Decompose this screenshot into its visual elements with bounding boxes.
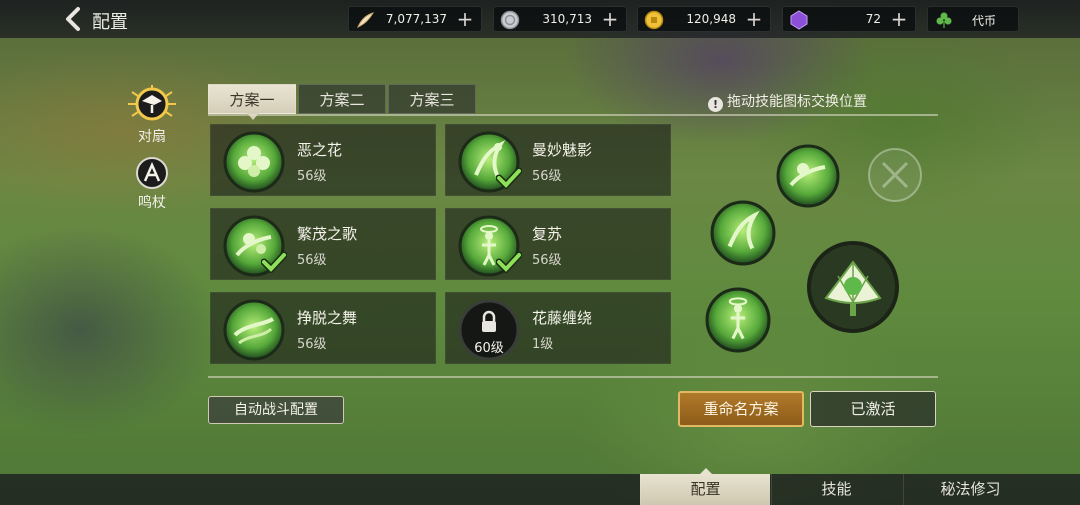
activated-button[interactable]: 已激活 bbox=[810, 391, 936, 427]
skill-level: 56级 bbox=[297, 337, 327, 352]
tab-arcane-training[interactable]: 秘法修习 bbox=[903, 474, 1037, 505]
skill-name: 繁茂之歌 bbox=[297, 225, 358, 243]
silver-coin-icon bbox=[500, 10, 520, 30]
equipped-check-icon bbox=[261, 251, 287, 273]
skill-slot-evil-flower[interactable]: 恶之花 56级 bbox=[210, 124, 436, 196]
equipped-skill-graceful-shadow[interactable] bbox=[710, 200, 776, 266]
skill-level: 56级 bbox=[532, 169, 562, 184]
quill-value: 7,077,137 bbox=[385, 12, 447, 26]
weapon-label-staff: 鸣杖 bbox=[138, 195, 166, 211]
rename-plan-button[interactable]: 重命名方案 bbox=[678, 391, 804, 427]
tab-config-label: 配置 bbox=[690, 480, 721, 498]
active-bottom-tab-pointer bbox=[700, 468, 712, 474]
equipped-skill-flourish-song[interactable] bbox=[776, 144, 840, 208]
resource-gold: 120,948 + bbox=[637, 6, 771, 32]
gem-value: 72 bbox=[865, 12, 881, 26]
equipped-weapon-fan-attack[interactable] bbox=[806, 240, 900, 334]
quill-icon bbox=[357, 12, 375, 29]
skill-level: 56级 bbox=[297, 169, 327, 184]
add-gem-button[interactable]: + bbox=[889, 9, 909, 30]
drag-hint-text: 拖动技能图标交换位置 bbox=[727, 94, 867, 110]
info-icon: ! bbox=[708, 97, 723, 112]
unlock-level: 60级 bbox=[474, 341, 504, 356]
tab-plan-2-label: 方案二 bbox=[319, 91, 365, 109]
skill-slot-graceful-shadow[interactable]: 曼妙魅影 56级 bbox=[445, 124, 671, 196]
tab-plan-1[interactable]: 方案一 bbox=[208, 84, 296, 120]
silver-value: 310,713 bbox=[542, 12, 592, 26]
skill-level: 1级 bbox=[532, 337, 554, 352]
back-button[interactable] bbox=[62, 6, 86, 32]
skill-name: 挣脱之舞 bbox=[297, 309, 358, 327]
tab-arcane-training-label: 秘法修习 bbox=[940, 480, 1001, 498]
chevron-left-icon bbox=[66, 7, 80, 31]
equipped-skill-revive[interactable] bbox=[705, 287, 771, 353]
skill-slot-vine-entangle[interactable]: 60级 花藤缠绕 1级 bbox=[445, 292, 671, 364]
tab-plan-3-label: 方案三 bbox=[409, 91, 455, 109]
skill-slot-flourish-song[interactable]: 繁茂之歌 56级 bbox=[210, 208, 436, 280]
locked-skill-icon: 60级 bbox=[458, 299, 520, 361]
token-button[interactable]: 代币 bbox=[927, 6, 1019, 32]
staff-icon bbox=[136, 157, 168, 189]
add-gold-button[interactable]: + bbox=[744, 9, 764, 30]
equipped-check-icon bbox=[496, 251, 522, 273]
resource-silver: 310,713 + bbox=[493, 6, 627, 32]
tab-skills[interactable]: 技能 bbox=[771, 474, 901, 505]
drag-hint: ! 拖动技能图标交换位置 bbox=[708, 91, 867, 112]
add-silver-button[interactable]: + bbox=[600, 9, 620, 30]
gold-coin-icon bbox=[644, 10, 664, 30]
skill-name: 复苏 bbox=[532, 225, 563, 243]
resource-quill: 7,077,137 + bbox=[348, 6, 482, 32]
purple-gem-icon bbox=[790, 10, 808, 30]
tab-plan-2[interactable]: 方案二 bbox=[298, 84, 386, 114]
skill-level: 56级 bbox=[297, 253, 327, 268]
skill-name: 花藤缠绕 bbox=[532, 309, 593, 327]
fan-icon bbox=[128, 85, 176, 121]
clover-icon bbox=[936, 12, 952, 28]
resource-gem: 72 + bbox=[782, 6, 916, 32]
bottom-divider bbox=[208, 376, 938, 378]
auto-battle-config-button[interactable]: 自动战斗配置 bbox=[208, 396, 344, 424]
breakfree-dance-skill-icon bbox=[223, 299, 285, 361]
empty-skill-slot[interactable] bbox=[866, 146, 924, 204]
add-quill-button[interactable]: + bbox=[455, 9, 475, 30]
top-divider bbox=[208, 114, 938, 116]
skill-name: 恶之花 bbox=[297, 141, 343, 159]
gold-value: 120,948 bbox=[686, 12, 736, 26]
weapon-fan[interactable]: 对扇 bbox=[122, 84, 182, 146]
equipped-check-icon bbox=[496, 167, 522, 189]
weapon-staff[interactable]: 鸣杖 bbox=[122, 156, 182, 212]
tab-config[interactable]: 配置 bbox=[640, 468, 770, 505]
skill-name: 曼妙魅影 bbox=[532, 141, 593, 159]
tab-plan-1-label: 方案一 bbox=[229, 91, 275, 109]
page-title: 配置 bbox=[92, 12, 128, 33]
weapon-label-fan: 对扇 bbox=[138, 129, 166, 145]
skill-slot-revive[interactable]: 复苏 56级 bbox=[445, 208, 671, 280]
clover-flower-skill-icon bbox=[223, 131, 285, 193]
tab-skills-label: 技能 bbox=[821, 480, 852, 498]
skill-level: 56级 bbox=[532, 253, 562, 268]
skill-slot-breakfree-dance[interactable]: 挣脱之舞 56级 bbox=[210, 292, 436, 364]
token-label: 代币 bbox=[971, 14, 996, 28]
tab-plan-3[interactable]: 方案三 bbox=[388, 84, 476, 114]
